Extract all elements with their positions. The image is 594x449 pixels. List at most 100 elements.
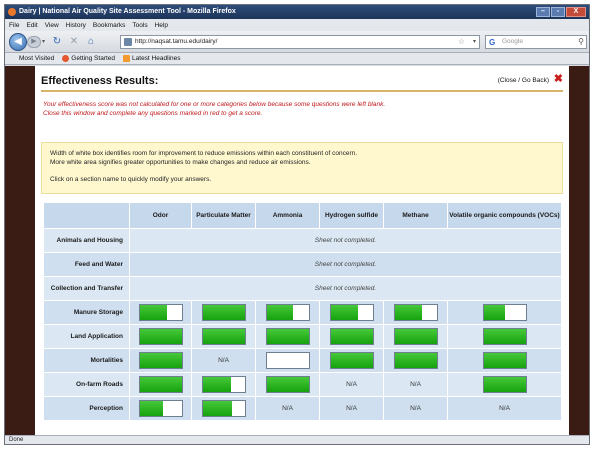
status-bar: Done [5, 435, 589, 444]
status-text: Done [9, 437, 24, 443]
effectiveness-bar [393, 352, 438, 369]
section-link[interactable]: Mortalities [43, 348, 130, 373]
results-header: Effectiveness Results: (Close / Go Back)… [41, 72, 563, 92]
menu-tools[interactable]: Tools [132, 22, 147, 29]
search-placeholder: Google [502, 38, 523, 45]
url-text: http://naqsat.tamu.edu/dairy/ [135, 38, 218, 45]
score-cell [129, 372, 192, 397]
minimize-button[interactable]: – [536, 7, 550, 17]
score-cell [255, 372, 320, 397]
effectiveness-bar-fill [202, 305, 245, 320]
close-icon[interactable]: ✖ [554, 74, 563, 85]
back-button[interactable]: ◀ [9, 33, 27, 51]
na-label: N/A [218, 357, 229, 364]
effectiveness-bar [138, 376, 183, 393]
section-link[interactable]: Land Application [43, 324, 130, 349]
section-link[interactable]: Animals and Housing [43, 228, 130, 253]
section-link[interactable]: Manure Storage [43, 300, 130, 325]
effectiveness-bar [201, 304, 246, 321]
effectiveness-bar-fill [202, 329, 245, 344]
effectiveness-bar-fill [394, 353, 437, 368]
table-row: Land Application [43, 324, 562, 349]
forward-button[interactable]: ▶ [27, 36, 41, 48]
effectiveness-bar-fill [202, 377, 232, 392]
score-cell: N/A [383, 396, 448, 421]
menu-edit[interactable]: Edit [26, 22, 37, 29]
close-window-button[interactable]: X [566, 7, 586, 17]
table-row: Animals and Housing Sheet not completed. [43, 228, 562, 253]
bookmarks-toolbar: Most Visited Getting Started Latest Head… [5, 53, 589, 65]
reload-icon[interactable]: ↻ [50, 35, 64, 49]
close-go-back-link[interactable]: (Close / Go Back) [498, 77, 549, 84]
url-bar[interactable]: http://naqsat.tamu.edu/dairy/ ☆ ▾ [120, 35, 480, 49]
menu-view[interactable]: View [45, 22, 59, 29]
stop-icon[interactable]: ✕ [67, 35, 81, 49]
menu-bookmarks[interactable]: Bookmarks [93, 22, 126, 29]
column-header-methane: Methane [383, 202, 448, 229]
bookmark-getting-started[interactable]: Getting Started [62, 55, 115, 62]
table-row: Mortalities N/A [43, 348, 562, 373]
score-cell [129, 324, 192, 349]
home-icon[interactable]: ⌂ [84, 35, 98, 49]
history-dropdown-icon[interactable]: ▾ [42, 38, 45, 45]
section-link[interactable]: On-farm Roads [43, 372, 130, 397]
effectiveness-bar-fill [483, 329, 526, 344]
search-go-icon[interactable]: ⚲ [578, 36, 584, 48]
effectiveness-bar-fill [266, 329, 309, 344]
score-cell: N/A [447, 396, 562, 421]
menu-help[interactable]: Help [155, 22, 168, 29]
effectiveness-bar [201, 400, 246, 417]
section-link[interactable]: Feed and Water [43, 252, 130, 277]
effectiveness-bar [138, 328, 183, 345]
effectiveness-bar-fill [483, 305, 505, 320]
menu-bar: File Edit View History Bookmarks Tools H… [5, 19, 589, 31]
title-bar: Dairy | National Air Quality Site Assess… [5, 5, 589, 19]
menu-history[interactable]: History [66, 22, 86, 29]
score-cell [255, 324, 320, 349]
url-dropdown-icon[interactable]: ▾ [473, 36, 476, 48]
score-cell [191, 372, 256, 397]
bookmark-most-visited[interactable]: Most Visited [19, 55, 54, 62]
effectiveness-bar [329, 352, 374, 369]
score-cell [383, 348, 448, 373]
effectiveness-bar [329, 328, 374, 345]
effectiveness-bar-fill [266, 305, 293, 320]
navigation-toolbar: ◀ ▶ ▾ ↻ ✕ ⌂ http://naqsat.tamu.edu/dairy… [5, 31, 589, 53]
info-line-2: More white area signifies greater opport… [50, 159, 311, 166]
na-label: N/A [346, 381, 357, 388]
section-link[interactable]: Collection and Transfer [43, 276, 130, 301]
sheet-not-completed: Sheet not completed. [129, 252, 562, 277]
effectiveness-bar-fill [483, 353, 526, 368]
effectiveness-bar-fill [483, 377, 526, 392]
sheet-not-completed: Sheet not completed. [129, 228, 562, 253]
effectiveness-bar-fill [266, 377, 309, 392]
na-label: N/A [282, 405, 293, 412]
effectiveness-bar [138, 352, 183, 369]
rss-icon [123, 55, 131, 62]
effectiveness-bar [265, 352, 310, 369]
search-input[interactable]: G Google ⚲ [485, 35, 587, 49]
bookmark-latest-headlines[interactable]: Latest Headlines [123, 55, 180, 62]
bookmark-star-icon[interactable]: ☆ [458, 36, 465, 48]
effectiveness-bar [393, 328, 438, 345]
effectiveness-bar [201, 376, 246, 393]
section-link[interactable]: Perception [43, 396, 130, 421]
score-cell [447, 324, 562, 349]
effectiveness-bar-fill [330, 353, 373, 368]
column-header-hydrogen-sulfide: Hydrogen sulfide [319, 202, 384, 229]
effectiveness-bar-fill [139, 305, 167, 320]
score-cell [319, 348, 384, 373]
effectiveness-bar [393, 304, 438, 321]
table-body: Animals and Housing Sheet not completed. F… [43, 228, 562, 421]
table-row: Manure Storage [43, 300, 562, 325]
menu-file[interactable]: File [9, 22, 19, 29]
score-cell: N/A [319, 396, 384, 421]
corner-header-cell [43, 202, 130, 229]
column-header-particulate-matter: Particulate Matter [191, 202, 256, 229]
maximize-button[interactable]: ▫ [551, 7, 565, 17]
page-title: Effectiveness Results: [41, 75, 159, 87]
effectiveness-bar-fill [202, 401, 232, 416]
score-cell [191, 396, 256, 421]
na-label: N/A [499, 405, 510, 412]
effectiveness-bar-fill [394, 329, 437, 344]
